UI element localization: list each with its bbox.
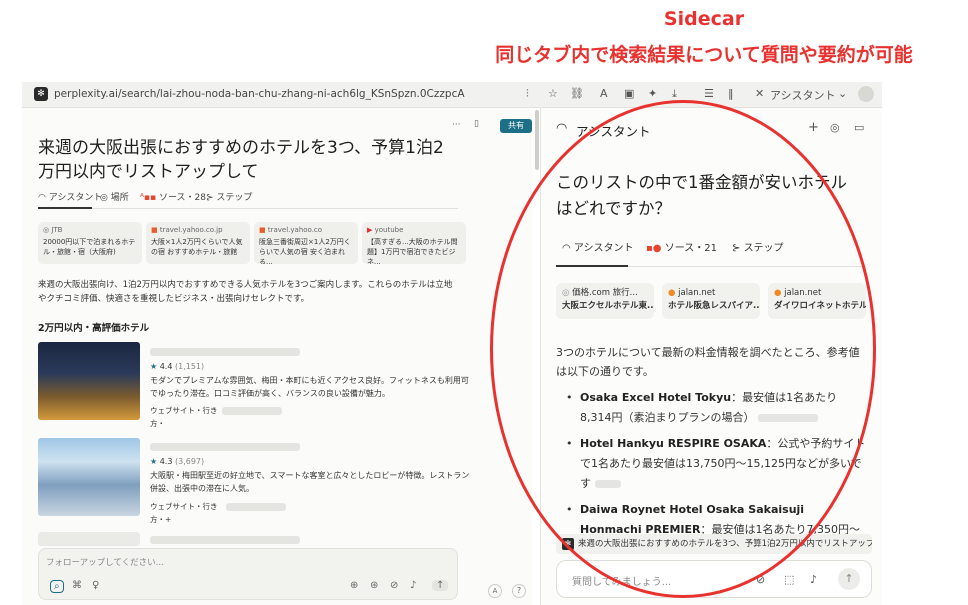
extension-icon[interactable]: ✦ [648,87,657,100]
source-site: ■ travel.yahoo.co.jp [151,226,223,234]
hotel-image[interactable] [38,532,140,546]
active-tab-indicator [38,207,92,209]
tab-label: ステップ [216,193,253,203]
followup-input[interactable]: フォローアップしてください... [46,556,164,568]
hotel-links[interactable]: ウェブサイト・行き方・ [150,404,230,430]
source-text: 20000円以下で泊まれるホテル・旅館・宿（大阪府) [43,238,136,256]
search-mode-icon[interactable]: ⌕ [50,580,64,593]
source-text: 大阪×1人2万円くらいで人気の宿 おすすめホテル・旅館 [151,238,243,256]
research-mode-icon[interactable]: ⌘ [72,580,82,591]
source-text: 阪急三番街周辺×1人2万円くらいで人気の宿 安く泊まれる... [259,238,351,264]
annotation-title: Sidecar [663,8,745,30]
audio-icon[interactable]: ‖ [728,87,734,100]
share-label: 共有 [508,121,524,130]
hotel-image[interactable] [38,342,140,420]
hotel-image[interactable] [38,438,140,516]
assistant-toggle-button[interactable]: アシスタント [770,87,836,103]
share-button[interactable]: 共有 [500,119,532,133]
hotel-links[interactable]: ウェブサイト・行き方・+ [150,500,230,526]
tab-places[interactable]: ◎ 場所 [100,190,129,203]
redacted-text [222,407,282,415]
submit-button[interactable]: ↑ [838,568,860,590]
source-site: ■ travel.yahoo.co [259,226,323,234]
highlight-oval [490,100,876,598]
source-site: ◎ JTB [43,226,63,234]
star-icon: ★ [150,457,158,466]
mic-icon[interactable]: ♪ [410,580,416,591]
expand-icon[interactable]: ▭ [854,121,864,134]
answer-intro: 来週の大阪出張向け、1泊2万円以内でおすすめできる人気ホテルを3つご案内します。… [38,280,453,304]
source-card[interactable]: ■ travel.yahoo.co 阪急三番街周辺×1人2万円くらいで人気の宿 安… [254,222,358,264]
chevron-down-icon[interactable]: ⌄ [838,87,847,100]
hotel-rating: ★ 4.4 (1,151) [150,362,205,371]
hotel-description: モダンでプレミアムな雰囲気、梅田・本町にも近くアクセス良好。フィットネスも利用可… [150,376,469,398]
redacted-text [226,503,286,511]
section-heading: 2万円以内・高評価ホテル [38,323,150,334]
hotel-name-redacted [150,348,300,356]
help-icon[interactable]: ? [512,584,526,598]
translate-icon[interactable]: A [600,87,608,100]
share-icon[interactable]: ◎ [830,121,840,134]
avatar[interactable] [858,86,874,102]
address-bar[interactable]: perplexity.ai/search/lai-zhou-noda-ban-c… [54,88,465,100]
annotation-subtitle: 同じタブ内で検索結果について質問や要約が可能 [495,44,913,66]
bookmark-icon[interactable]: ▯ [474,119,479,129]
hotel-name-redacted [150,536,300,544]
site-favicon-icon: ✻ [34,87,48,101]
translate-icon[interactable]: A [488,584,502,598]
scrollbar[interactable] [535,110,539,170]
more-options-icon[interactable]: ··· [452,120,461,130]
tab-sources[interactable]: ᴬ▪▪ ソース・28 [140,190,206,203]
assistant-logo-icon: ◠ [556,121,568,136]
source-site: ▶ youtube [367,226,404,234]
source-card[interactable]: ▶ youtube 【高すぎる...大阪のホテル問題】1万円で宿泊できたビジネ..… [362,222,466,264]
bookmark-star-icon[interactable]: ☆ [548,87,558,100]
tab-label: 場所 [110,193,129,203]
tab-assistant[interactable]: ◠ アシスタント [38,190,102,203]
screenshot-icon[interactable]: ▣ [624,87,634,100]
divider [38,208,458,209]
source-card[interactable]: ◎ JTB 20000円以下で泊まれるホテル・旅館・宿（大阪府) [38,222,142,264]
globe-icon[interactable]: ⊛ [370,580,378,591]
attach-icon[interactable]: ⊘ [390,580,398,591]
model-icon[interactable]: ⊕ [350,580,358,591]
link-icon[interactable]: ⛓ [570,87,584,100]
labs-mode-icon[interactable]: ♀ [92,580,99,591]
source-text: 【高すぎる...大阪のホテル問題】1万円で宿泊できたビジネ... [367,238,458,264]
source-card[interactable]: ■ travel.yahoo.co.jp 大阪×1人2万円くらいで人気の宿 おすす… [146,222,250,264]
page-title: 来週の大阪出張におすすめのホテルを3つ、予算1泊2万円以内でリストアップして [38,138,444,182]
close-sidecar-icon[interactable]: ✕ [755,87,764,100]
hotel-rating: ★ 4.3 (3,697) [150,457,205,466]
tab-label: アシスタント [48,193,103,203]
new-thread-icon[interactable]: + [808,120,819,135]
sliders-icon[interactable]: ⫶ [526,87,529,101]
hotel-name-redacted [150,443,300,451]
star-icon: ★ [150,362,158,371]
download-icon[interactable]: ⤓ [672,87,677,101]
hotel-description: 大阪駅・梅田駅至近の好立地で、スマートな客室と広々としたロビーが特徴。レストラン… [150,471,470,493]
tab-label: ソース・28 [158,193,206,203]
tab-steps[interactable]: ⊱ ステップ [206,190,252,203]
mic-icon[interactable]: ♪ [810,573,817,586]
menu-lines-icon[interactable]: ☰ [704,87,714,100]
submit-button[interactable]: ↑ [432,580,449,591]
screenshot-icon[interactable]: ⬚ [784,573,794,586]
